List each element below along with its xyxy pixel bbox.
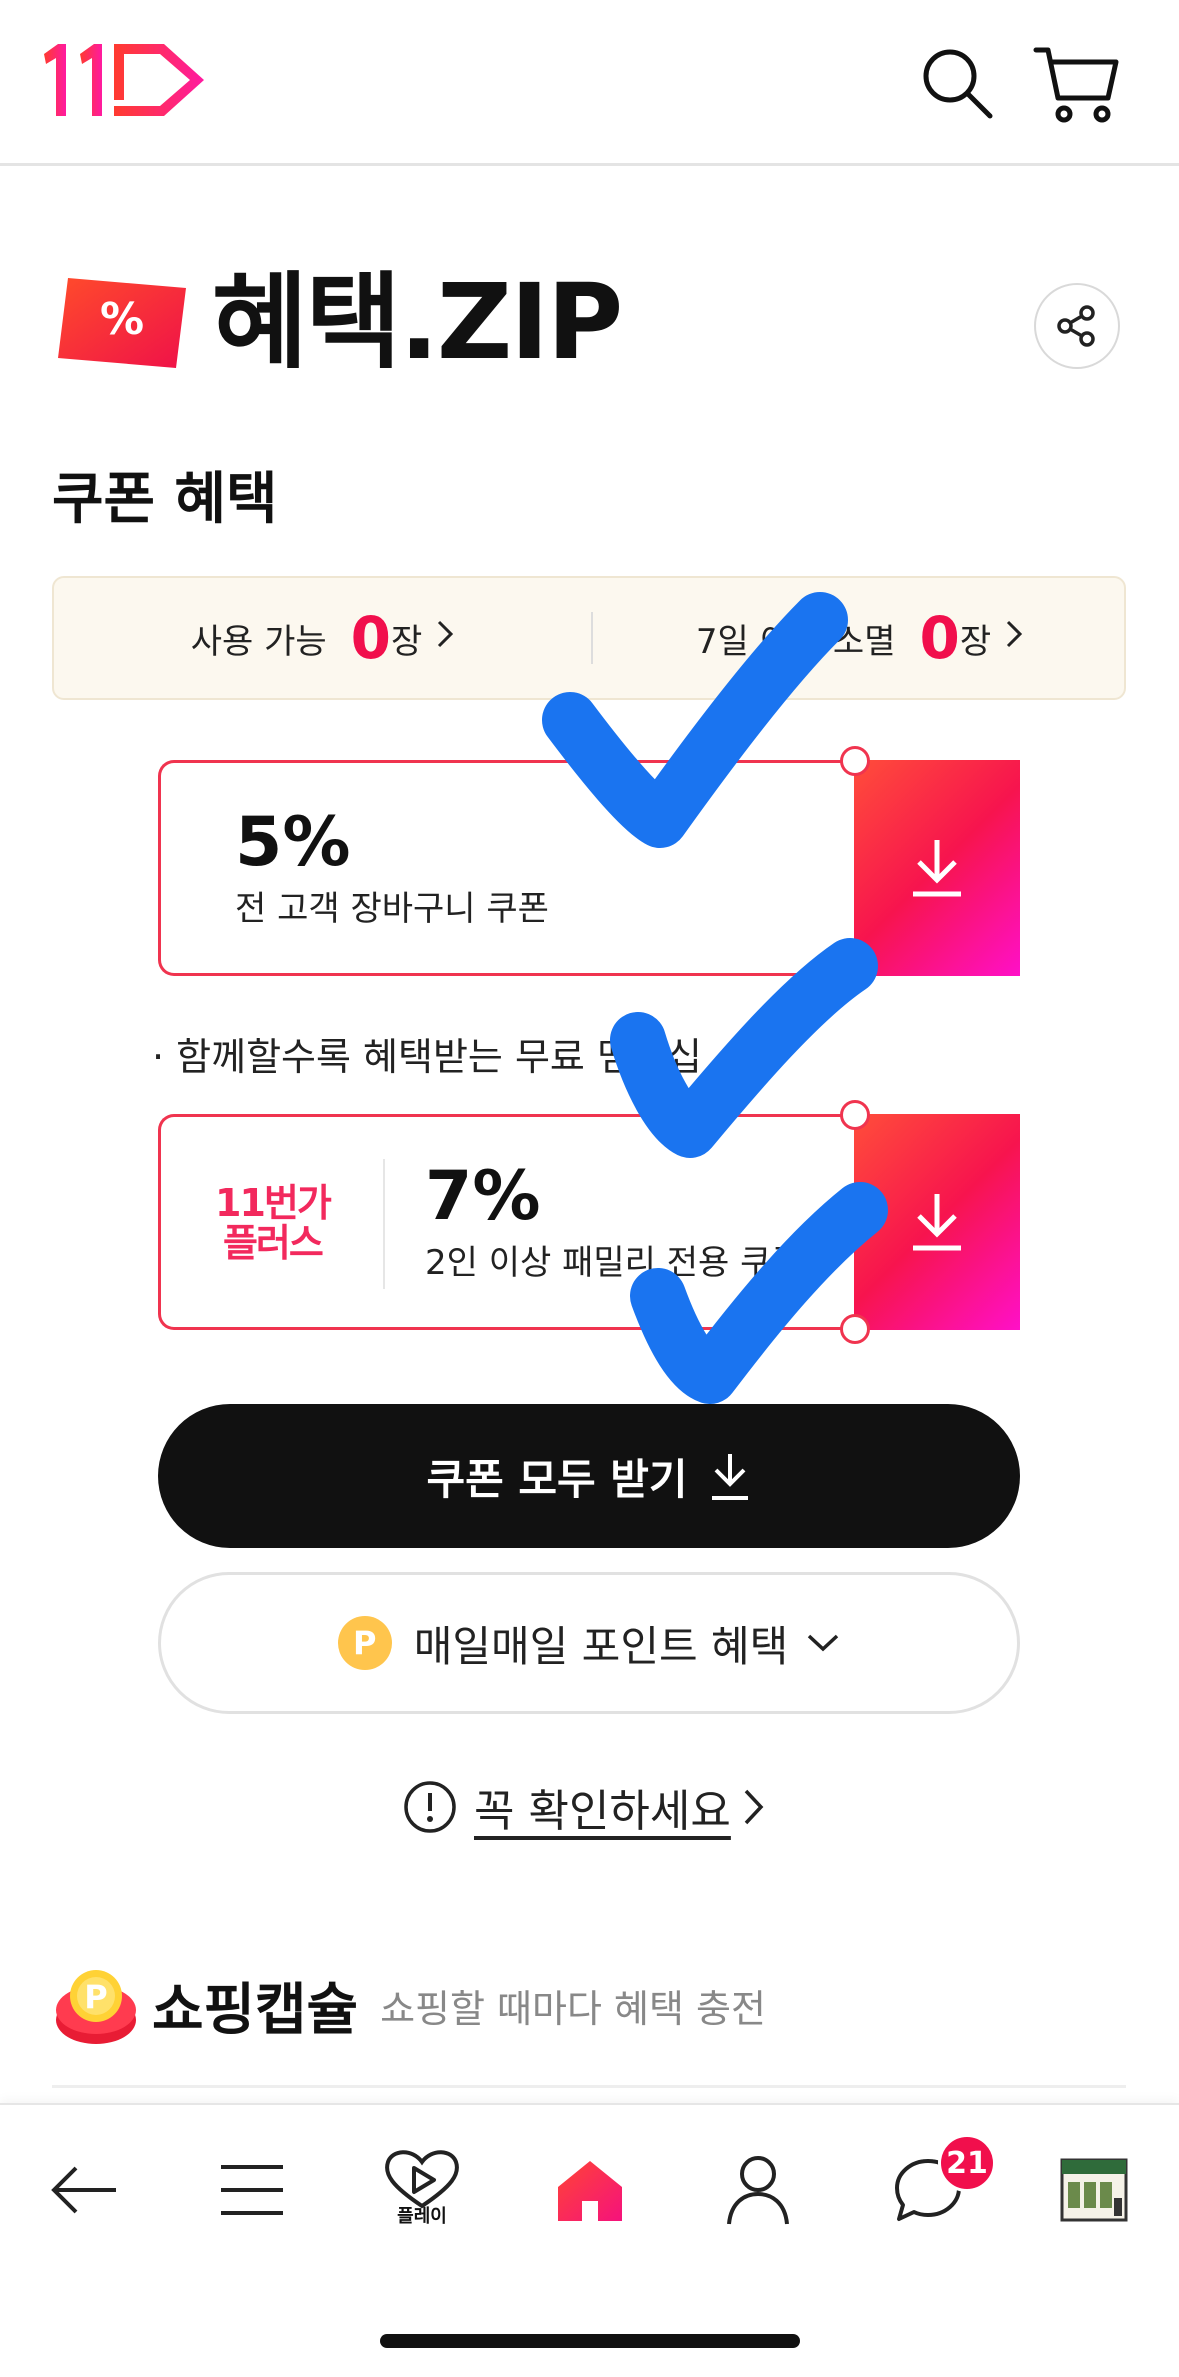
capsule-coin-icon: P	[56, 1970, 136, 2044]
coupon-section-title: 쿠폰 혜택	[52, 467, 278, 532]
daily-points-button[interactable]: P 매일매일 포인트 혜택	[158, 1572, 1020, 1714]
coupon-card: 5% 전 고객 장바구니 쿠폰	[158, 746, 1020, 990]
coupon-description: 전 고객 장바구니 쿠폰	[235, 889, 549, 929]
chat-unread-badge: 21	[938, 2134, 996, 2192]
menu-button[interactable]	[212, 2150, 292, 2230]
available-coupons-link[interactable]: 사용 가능 0 장	[54, 578, 591, 698]
available-count: 0	[350, 604, 391, 672]
play-label: 플레이	[397, 2206, 447, 2227]
search-icon	[923, 49, 993, 119]
notice-link[interactable]: 꼭 확인하세요	[402, 1775, 765, 1839]
11st-logo[interactable]	[40, 40, 210, 124]
home-indicator	[380, 2334, 800, 2348]
chevron-right-icon	[744, 1789, 764, 1825]
download-icon	[711, 1454, 748, 1500]
expiring-count: 0	[919, 604, 960, 672]
share-icon	[1057, 305, 1095, 347]
exclamation-icon	[404, 1781, 456, 1833]
points-label: 매일매일 포인트 혜택	[413, 1621, 789, 1671]
11st-plus-logo: 11번가 플러스	[215, 1181, 332, 1265]
coupon-percent: 7%	[425, 1157, 541, 1236]
coupon-notch	[840, 746, 870, 776]
coupon-notch	[840, 960, 870, 990]
chevron-down-icon	[808, 1634, 839, 1652]
plus-logo-line1: 11번가	[215, 1181, 332, 1225]
get-all-label: 쿠폰 모두 받기	[426, 1454, 688, 1504]
chevron-right-icon	[436, 618, 454, 658]
expiring-coupons-link[interactable]: 7일 이내 소멸 0 장	[593, 578, 1126, 698]
expiring-label: 7일 이내 소멸	[695, 621, 896, 662]
home-icon	[558, 2161, 622, 2221]
recent-product-button[interactable]	[1054, 2150, 1134, 2230]
coupon-notch	[840, 1314, 870, 1344]
download-icon	[913, 1194, 961, 1251]
discount-tag-icon: %	[52, 272, 192, 376]
profile-icon	[727, 2156, 789, 2225]
shopping-capsule-header: P 쇼핑캡슐 쇼핑할 때마다 혜택 충전	[52, 1960, 766, 2050]
share-button[interactable]	[1034, 283, 1120, 369]
cart-button[interactable]	[1032, 40, 1120, 128]
coupon-card: 11번가 플러스 7% 2인 이상 패밀리 전용 쿠폰	[158, 1100, 1020, 1344]
menu-icon	[221, 2165, 283, 2215]
search-button[interactable]	[918, 44, 998, 124]
chevron-right-icon	[1005, 618, 1023, 658]
back-button[interactable]	[44, 2150, 124, 2230]
capsule-subtitle: 쇼핑할 때마다 혜택 충전	[380, 1986, 766, 2031]
plus-membership-note: · 함께할수록 혜택받는 무료 멤버십	[152, 1035, 702, 1079]
page-title: 혜택.ZIP	[212, 261, 623, 383]
tag-symbol: %	[100, 294, 144, 345]
recent-product-thumbnail	[1060, 2158, 1128, 2222]
download-icon	[913, 840, 961, 897]
notice-label: 꼭 확인하세요	[474, 1786, 731, 1837]
coupon-download-button[interactable]	[854, 1114, 1020, 1330]
back-arrow-icon	[51, 2166, 116, 2214]
expiring-unit: 장	[959, 621, 992, 662]
my-page-button[interactable]	[718, 2150, 798, 2230]
cart-icon	[1033, 47, 1119, 123]
coupon-summary: 사용 가능 0 장 7일 이내 소멸 0 장	[52, 576, 1126, 700]
coupon-notch	[840, 1100, 870, 1130]
coupon-description: 2인 이상 패밀리 전용 쿠폰	[425, 1243, 803, 1283]
capsule-badge: P	[84, 1978, 107, 2016]
point-badge-icon: P	[337, 1616, 392, 1670]
coupon-percent: 5%	[235, 803, 351, 882]
section-divider	[52, 2085, 1126, 2088]
available-unit: 장	[391, 621, 423, 662]
home-button[interactable]	[550, 2150, 630, 2230]
get-all-coupons-button[interactable]: 쿠폰 모두 받기	[158, 1404, 1020, 1548]
coupon-download-button[interactable]	[854, 760, 1020, 976]
capsule-title: 쇼핑캡슐	[152, 1977, 359, 2043]
available-label: 사용 가능	[190, 621, 327, 662]
plus-logo-line2: 플러스	[222, 1221, 324, 1265]
coupon-divider	[383, 1159, 385, 1289]
